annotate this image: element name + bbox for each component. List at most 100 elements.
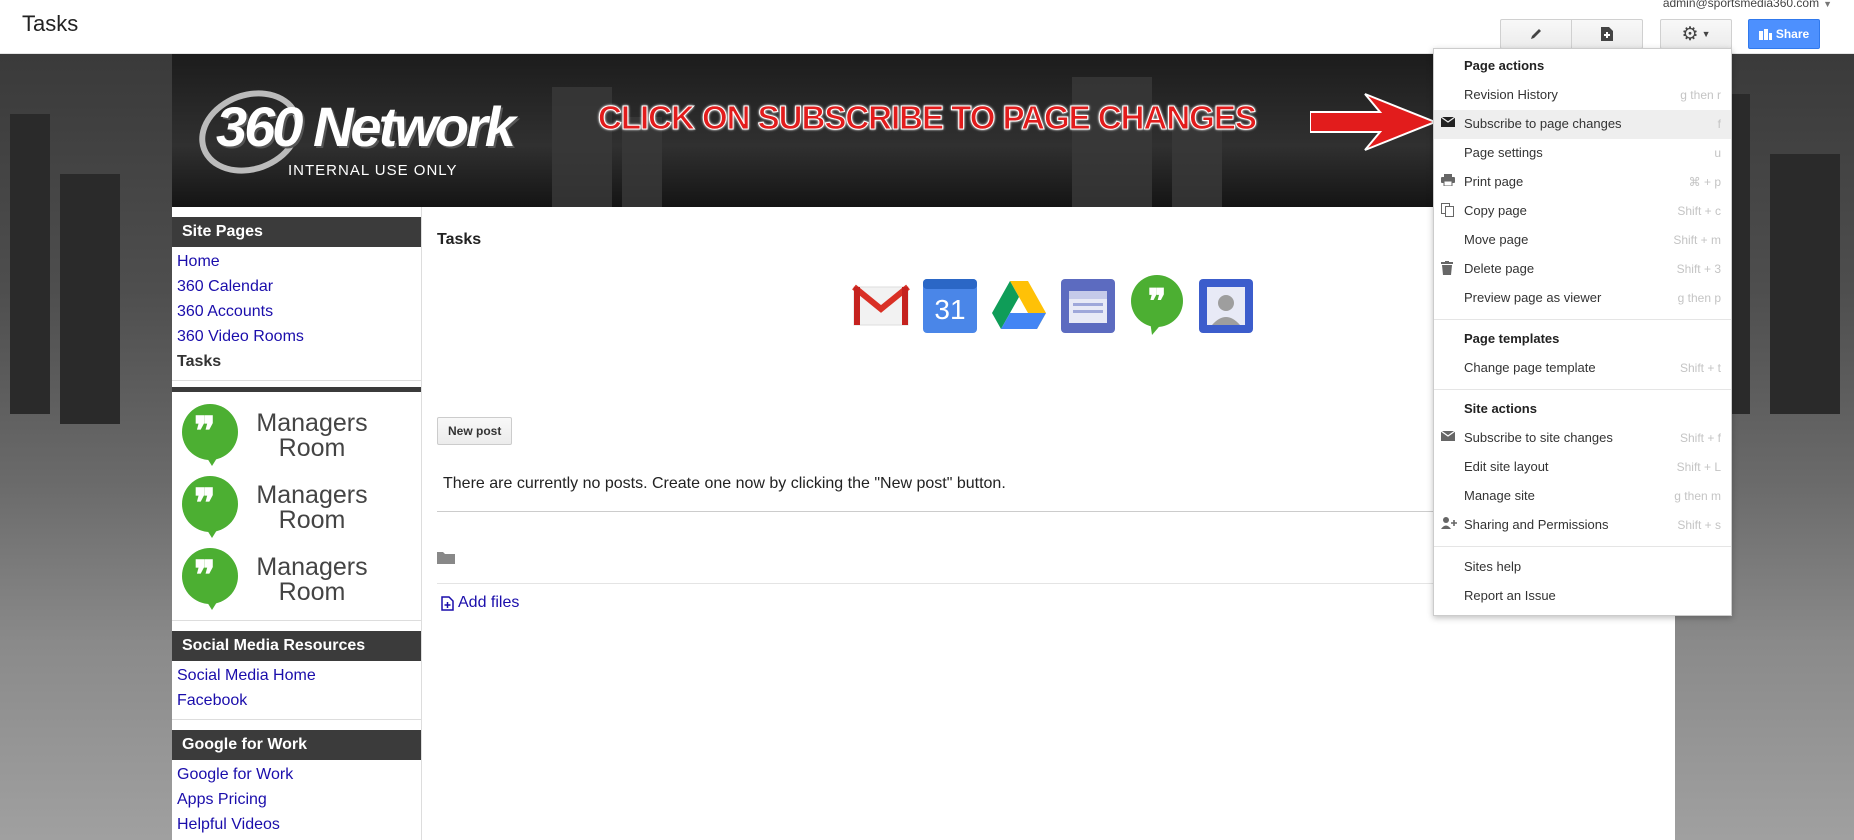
chevron-down-icon: ▼ — [1701, 29, 1711, 39]
site-logo[interactable]: 360 Network INTERNAL USE ONLY — [187, 76, 516, 188]
menu-item-subscribe-page-changes[interactable]: Subscribe to page changes f — [1434, 110, 1731, 139]
menu-item-shortcut: u — [1714, 146, 1721, 160]
divider — [437, 511, 1477, 512]
sidebar-item-helpful-videos[interactable]: Helpful Videos — [177, 812, 421, 837]
sites-icon[interactable] — [1059, 273, 1117, 335]
folder-icon — [437, 550, 455, 569]
google-for-work-list: Google for Work Apps Pricing Helpful Vid… — [172, 760, 421, 840]
calendar-icon[interactable]: 31 — [921, 273, 979, 335]
sidebar-item-360-video-rooms[interactable]: 360 Video Rooms — [177, 324, 421, 349]
menu-item-label: Print page — [1464, 174, 1524, 189]
menu-item-label: Sites help — [1464, 559, 1522, 574]
menu-item-shortcut: Shift + c — [1677, 204, 1721, 218]
copy-icon — [1441, 203, 1457, 219]
menu-item-report-issue[interactable]: Report an Issue — [1434, 582, 1731, 611]
instruction-callout: CLICK ON SUBSCRIBE TO PAGE CHANGES — [598, 99, 1258, 137]
gmail-icon[interactable] — [852, 273, 910, 335]
menu-item-sharing-permissions[interactable]: Sharing and Permissions Shift + s — [1434, 511, 1731, 540]
hangouts-icon: ❞ — [182, 548, 238, 612]
more-actions-menu: Page actions Revision History g then r Su… — [1433, 48, 1732, 616]
add-files-label: Add files — [458, 594, 520, 611]
menu-item-label: Edit site layout — [1464, 459, 1549, 474]
menu-item-shortcut: Shift + t — [1679, 361, 1721, 375]
banner-building — [1072, 77, 1152, 207]
add-person-icon — [1441, 517, 1457, 533]
menu-item-change-page-template[interactable]: Change page template Shift + t — [1434, 354, 1731, 383]
menu-item-preview-as-viewer[interactable]: Preview page as viewer g then p — [1434, 284, 1731, 313]
menu-item-label: Change page template — [1464, 360, 1596, 375]
new-page-button[interactable] — [1571, 19, 1643, 49]
new-post-label: New post — [448, 424, 502, 438]
sidebar-item-social-media-home[interactable]: Social Media Home — [177, 663, 421, 688]
background-building — [10, 114, 50, 414]
account-menu[interactable]: admin@sportsmedia360.com ▼ — [1663, 0, 1832, 10]
empty-posts-message: There are currently no posts. Create one… — [443, 475, 1006, 492]
new-post-button[interactable]: New post — [437, 417, 513, 445]
add-file-icon — [441, 595, 454, 611]
background-building — [60, 174, 120, 424]
site-pages-heading: Site Pages — [172, 217, 421, 247]
divider — [437, 583, 1477, 584]
top-bar: Tasks admin@sportsmedia360.com ▼ ⚙ ▼ Share — [0, 0, 1854, 54]
more-actions-button[interactable]: ⚙ ▼ — [1660, 19, 1732, 49]
menu-item-shortcut: Shift + L — [1676, 460, 1721, 474]
hangout-room-link[interactable]: ❞ Managers Room — [182, 400, 413, 472]
sidebar-item-facebook[interactable]: Facebook — [177, 688, 421, 713]
site-actions-heading: Site actions — [1464, 401, 1537, 416]
envelope-icon — [1440, 116, 1457, 132]
sidebar-item-apps-pricing[interactable]: Apps Pricing — [177, 787, 421, 812]
menu-item-shortcut: f — [1717, 117, 1721, 131]
sidebar-item-360-accounts[interactable]: 360 Accounts — [177, 299, 421, 324]
background-building — [1770, 154, 1840, 414]
chevron-down-icon: ▼ — [1823, 0, 1832, 9]
menu-item-label: Report an Issue — [1464, 588, 1556, 603]
menu-item-sites-help[interactable]: Sites help — [1434, 553, 1731, 582]
sidebar-item-home[interactable]: Home — [177, 249, 421, 274]
social-media-heading: Social Media Resources — [172, 631, 421, 661]
menu-item-move-page[interactable]: Move page Shift + m — [1434, 226, 1731, 255]
menu-divider — [1434, 546, 1731, 547]
menu-item-delete-page[interactable]: Delete page Shift + 3 — [1434, 255, 1731, 284]
hangouts-app-icon[interactable]: ❞ — [1128, 273, 1186, 335]
sidebar-item-google-for-work[interactable]: Google for Work — [177, 762, 421, 787]
gear-icon: ⚙ — [1681, 23, 1699, 45]
sidebar-item-360-calendar[interactable]: 360 Calendar — [177, 274, 421, 299]
menu-item-label: Sharing and Permissions — [1464, 517, 1609, 532]
hangout-room-label: Managers Room — [256, 553, 368, 606]
share-icon — [1758, 28, 1772, 40]
menu-item-shortcut: g then r — [1680, 88, 1721, 102]
menu-item-label: Subscribe to page changes — [1464, 116, 1622, 131]
menu-item-page-settings[interactable]: Page settings u — [1434, 139, 1731, 168]
hangouts-icon: ❞ — [182, 476, 238, 540]
menu-item-copy-page[interactable]: Copy page Shift + c — [1434, 197, 1731, 226]
menu-item-revision-history[interactable]: Revision History g then r — [1434, 81, 1731, 110]
content-title: Tasks — [437, 231, 482, 248]
google-for-work-heading: Google for Work — [172, 730, 421, 760]
hangout-room-link[interactable]: ❞ Managers Room — [182, 544, 413, 616]
menu-item-manage-site[interactable]: Manage site g then m — [1434, 482, 1731, 511]
contacts-icon[interactable] — [1197, 273, 1255, 335]
calendar-date: 31 — [934, 294, 965, 325]
add-files-link[interactable]: Add files — [441, 594, 519, 612]
hangouts-icon: ❞ — [182, 404, 238, 468]
menu-item-subscribe-site-changes[interactable]: Subscribe to site changes Shift + f — [1434, 424, 1731, 453]
menu-item-print-page[interactable]: Print page ⌘ + p — [1434, 168, 1731, 197]
edit-page-button[interactable] — [1500, 19, 1572, 49]
red-arrow-icon — [1310, 93, 1435, 151]
page-title: Tasks — [22, 11, 79, 36]
account-email: admin@sportsmedia360.com — [1662, 0, 1820, 10]
share-button[interactable]: Share — [1748, 19, 1820, 49]
menu-item-shortcut: g then p — [1677, 291, 1721, 305]
hangout-room-link[interactable]: ❞ Managers Room — [182, 472, 413, 544]
menu-item-label: Revision History — [1464, 87, 1558, 102]
new-page-icon — [1601, 27, 1613, 41]
sidebar-item-tasks[interactable]: Tasks — [177, 349, 421, 374]
trash-icon — [1441, 261, 1457, 277]
drive-icon[interactable] — [990, 273, 1048, 335]
menu-item-shortcut: g then m — [1674, 489, 1721, 503]
page-actions-heading: Page actions — [1464, 58, 1545, 73]
menu-divider — [1434, 319, 1731, 320]
menu-item-edit-site-layout[interactable]: Edit site layout Shift + L — [1434, 453, 1731, 482]
menu-item-label: Subscribe to site changes — [1464, 430, 1613, 445]
menu-item-shortcut: Shift + 3 — [1676, 262, 1721, 276]
